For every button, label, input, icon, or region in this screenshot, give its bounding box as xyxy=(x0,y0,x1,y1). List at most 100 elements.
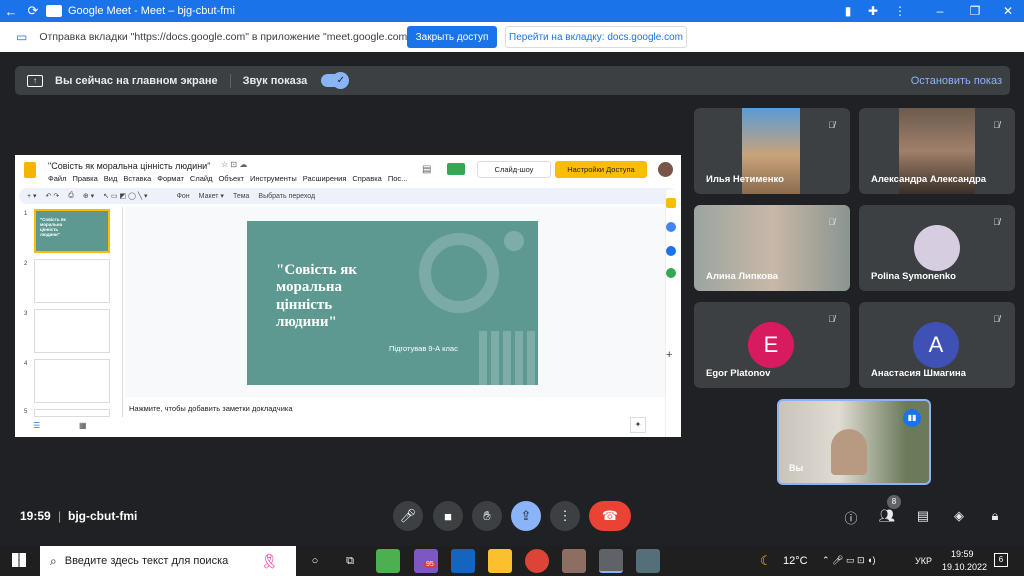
slide-thumb-3[interactable] xyxy=(34,309,110,353)
temperature[interactable]: 12°C xyxy=(783,555,808,567)
menu-item[interactable]: Инструменты xyxy=(250,174,297,183)
maximize-button[interactable]: ❐ xyxy=(960,0,990,22)
calculator-icon[interactable] xyxy=(636,549,660,573)
cortana-icon[interactable]: ○ xyxy=(303,549,327,573)
notification-count: 6 xyxy=(998,555,1004,564)
toolbar-transition[interactable]: Выбрать переход xyxy=(258,193,315,200)
menu-item[interactable]: Вид xyxy=(104,174,118,183)
audio-toggle[interactable]: ✓ xyxy=(321,72,350,89)
zoom-icon[interactable]: ⊕ ▾ xyxy=(83,192,94,200)
maps-icon[interactable] xyxy=(666,268,676,278)
info-icon[interactable]: ⓘ xyxy=(842,508,860,526)
taskbar-search[interactable]: ⌕ Введите здесь текст для поиска 🎗︎ xyxy=(40,546,296,576)
slide-thumb-1[interactable]: "Совість як моральна цінність людини" xyxy=(34,209,110,253)
undo-icon[interactable]: ↶ ↷ xyxy=(46,192,60,200)
participant-tile[interactable]: 🎙̸ Александра Александра xyxy=(859,108,1015,194)
participant-tile[interactable]: E 🎙̸ Egor Platonov xyxy=(694,302,850,388)
menu-item[interactable]: Файл xyxy=(48,174,66,183)
photos-icon[interactable] xyxy=(451,549,475,573)
host-controls-icon[interactable]: 🔒︎ xyxy=(986,508,1004,526)
access-button[interactable]: Настройки Доступа xyxy=(555,161,647,178)
slide-thumb-4[interactable] xyxy=(34,359,110,403)
back-arrow-icon[interactable]: ← xyxy=(0,4,22,19)
close-button[interactable]: ✕ xyxy=(993,0,1023,22)
doc-title[interactable]: "Совість як моральна цінність людини" xyxy=(48,161,210,171)
slide-subtitle: Підготував 9-А клас xyxy=(389,344,458,353)
add-addon-icon[interactable]: + xyxy=(666,349,672,361)
comment-icon[interactable]: ▤ xyxy=(422,164,431,175)
tray-icons[interactable]: ⌃ 🎤︎ ▭ ⊡ ◖) xyxy=(822,555,875,566)
main-slide[interactable]: "Совість як моральна цінність людини" Пі… xyxy=(247,221,538,385)
toolbar-theme[interactable]: Тема xyxy=(233,193,249,200)
weather-icon[interactable]: ☾ xyxy=(760,553,772,569)
participant-tile[interactable]: 🎙̸ Polina Symonenko xyxy=(859,205,1015,291)
camera-icon: ■ xyxy=(444,508,452,524)
slide-thumb-5[interactable] xyxy=(34,409,110,417)
menu-item[interactable]: Вставка xyxy=(123,174,151,183)
menu-item[interactable]: Справка xyxy=(352,174,381,183)
toolbar-layout[interactable]: Макет ▾ xyxy=(199,192,224,200)
mic-button[interactable]: 🎤︎ xyxy=(393,501,423,531)
minimize-button[interactable]: – xyxy=(925,0,955,22)
avatar xyxy=(914,225,960,271)
raise-hand-button[interactable]: ✋︎ xyxy=(472,501,502,531)
explorer-icon[interactable] xyxy=(488,549,512,573)
hangup-icon: ☎︎ xyxy=(601,508,619,523)
present-button[interactable]: ⇪ xyxy=(511,501,541,531)
meet-icon[interactable] xyxy=(447,163,465,175)
self-view[interactable]: Вы ▮▮ xyxy=(777,399,931,485)
more-options-button[interactable]: ⋮ xyxy=(550,501,580,531)
menu-item[interactable]: Формат xyxy=(157,174,184,183)
participant-tile[interactable]: 🎙̸ Алина Липкова xyxy=(694,205,850,291)
meet-taskbar-icon[interactable] xyxy=(599,549,623,573)
add-slide-icon[interactable]: + ▾ xyxy=(27,192,37,200)
task-view-icon[interactable]: ⧉ xyxy=(338,549,362,573)
activities-icon[interactable]: ◈ xyxy=(950,508,968,526)
user-avatar[interactable] xyxy=(658,162,673,177)
participant-tile[interactable]: A 🎙̸ Анастасия Шмагина xyxy=(859,302,1015,388)
slide-title: "Совість як моральна цінність людини" xyxy=(276,262,358,330)
menu-item[interactable]: Правка xyxy=(72,174,97,183)
select-icon[interactable]: ↖ ▭ ◩ ◯ ╲ ▾ xyxy=(103,192,147,200)
thumb-num: 4 xyxy=(24,361,28,367)
slideshow-button[interactable]: Слайд-шоу xyxy=(477,161,551,178)
stop-presenting-link[interactable]: Остановить показ xyxy=(911,75,1002,87)
goto-tab-button[interactable]: Перейти на вкладку: docs.google.com xyxy=(505,26,687,48)
clock-time[interactable]: 19:59 xyxy=(951,549,974,559)
grid-view-icon[interactable]: ☰ xyxy=(33,421,40,430)
keep-icon[interactable] xyxy=(666,198,676,208)
participant-tile[interactable]: 🎙̸ Илья Нетименко xyxy=(694,108,850,194)
menu-item[interactable]: Объект xyxy=(218,174,244,183)
star-icon[interactable]: ☆ ⊡ ☁ xyxy=(221,160,247,169)
contacts-icon[interactable] xyxy=(666,246,676,256)
menu-item[interactable]: Расширения xyxy=(303,174,347,183)
print-icon[interactable]: ⎙ xyxy=(68,192,74,200)
more-icon[interactable]: ⋮ xyxy=(885,0,915,22)
windows-start-icon[interactable] xyxy=(12,553,26,567)
chrome-icon[interactable] xyxy=(525,549,549,573)
tasks-icon[interactable] xyxy=(666,222,676,232)
clock-date[interactable]: 19.10.2022 xyxy=(942,562,987,572)
people-icon[interactable]: 👥︎ xyxy=(878,508,896,526)
explore-icon[interactable]: ✦ xyxy=(630,417,646,433)
app-icon-2[interactable] xyxy=(562,549,586,573)
participant-name: Polina Symonenko xyxy=(871,271,956,282)
filmstrip-view-icon[interactable]: ▦ xyxy=(79,421,87,430)
refresh-icon[interactable]: ⟳ xyxy=(22,3,44,19)
stop-sharing-button[interactable]: Закрыть доступ xyxy=(407,26,497,48)
mic-off-icon: 🎙̸ xyxy=(993,120,1000,130)
leave-call-button[interactable]: ☎︎ xyxy=(589,501,631,531)
menu-item[interactable]: Пос... xyxy=(388,174,408,183)
language[interactable]: УКР xyxy=(915,556,932,566)
app-icon[interactable] xyxy=(376,549,400,573)
speaker-notes[interactable]: Нажмите, чтобы добавить заметки докладчи… xyxy=(129,404,293,413)
more-vert-icon: ⋮ xyxy=(558,508,572,523)
camera-button[interactable]: ■ xyxy=(433,501,463,531)
chat-icon[interactable]: ▤ xyxy=(914,508,932,526)
menu-item[interactable]: Слайд xyxy=(190,174,213,183)
slide-thumb-2[interactable] xyxy=(34,259,110,303)
search-placeholder: Введите здесь текст для поиска xyxy=(64,555,229,567)
extension-icon[interactable]: ✚ xyxy=(858,0,888,22)
toolbar-bg[interactable]: Фон xyxy=(177,193,190,200)
notification-icon[interactable]: 6 xyxy=(994,553,1008,567)
